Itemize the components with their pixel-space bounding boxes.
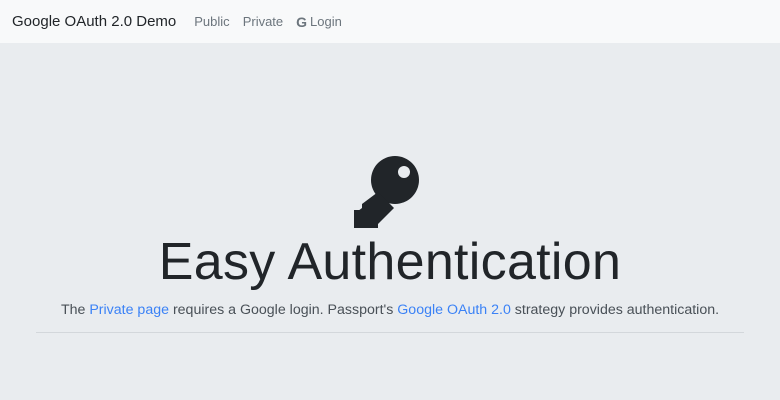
hero-lead: The Private page requires a Google login… xyxy=(0,302,780,318)
lead-text-2: requires a Google login. Passport's xyxy=(169,302,398,318)
key-icon xyxy=(354,156,419,228)
google-oauth-link[interactable]: Google OAuth 2.0 xyxy=(397,302,511,318)
lead-text-3: strategy provides authentication. xyxy=(510,302,720,318)
nav-link-private[interactable]: Private xyxy=(243,14,283,29)
google-icon: G xyxy=(296,13,308,30)
nav-link-public[interactable]: Public xyxy=(194,14,229,29)
navbar-brand[interactable]: Google OAuth 2.0 Demo xyxy=(12,13,176,30)
lead-text-1: The xyxy=(60,302,90,318)
hero-title: Easy Authentication xyxy=(158,233,622,291)
divider xyxy=(36,332,744,333)
navbar: Google OAuth 2.0 Demo Public Private G L… xyxy=(0,0,780,43)
nav-link-login-label: Login xyxy=(310,14,342,29)
nav-link-login[interactable]: G Login xyxy=(296,14,342,30)
private-page-link[interactable]: Private page xyxy=(89,302,169,318)
